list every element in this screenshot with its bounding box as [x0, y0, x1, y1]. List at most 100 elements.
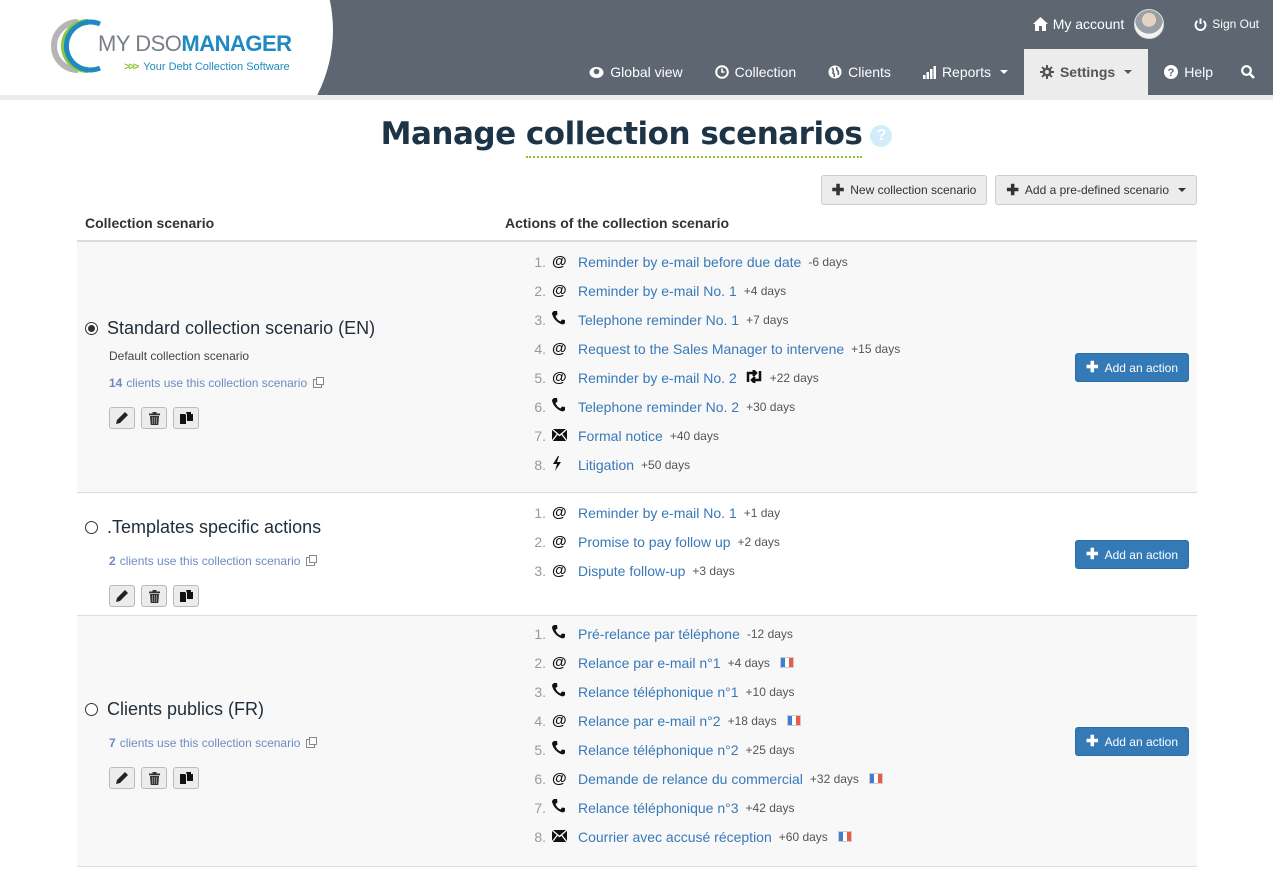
action-item: 3. Telephone reminder No. 1 +7 days: [505, 305, 1197, 334]
scenario-heading[interactable]: Standard collection scenario (EN): [85, 318, 375, 339]
clients-using-link[interactable]: 7 clients use this collection scenario: [109, 736, 318, 750]
duplicate-scenario-button[interactable]: [173, 767, 199, 789]
action-delay: +42 days: [745, 800, 795, 815]
action-delay: +10 days: [745, 684, 795, 699]
edit-scenario-button[interactable]: [109, 767, 135, 789]
add-action-button[interactable]: ✚ Add an action: [1075, 727, 1189, 756]
flag-fr-icon: [786, 715, 801, 726]
delete-scenario-button[interactable]: [141, 407, 167, 429]
action-link[interactable]: Relance téléphonique n°2: [578, 742, 739, 758]
add-predefined-label: Add a pre-defined scenario: [1024, 183, 1169, 197]
clients-using-link[interactable]: 2 clients use this collection scenario: [109, 554, 321, 568]
avatar[interactable]: [1134, 9, 1165, 39]
duplicate-scenario-button[interactable]: [173, 585, 199, 607]
action-link[interactable]: Promise to pay follow up: [578, 534, 731, 550]
actions-cell: 1. @ Reminder by e-mail No. 1 +1 day 2. @ Prom…: [505, 493, 1197, 615]
edit-scenario-button[interactable]: [109, 585, 135, 607]
pencil-icon: [116, 412, 128, 424]
action-link[interactable]: Relance téléphonique n°3: [578, 800, 739, 816]
add-action-button[interactable]: ✚ Add an action: [1075, 540, 1189, 569]
action-item: 7. Relance téléphonique n°3 +42 days: [505, 793, 1197, 822]
default-scenario-radio[interactable]: [85, 703, 98, 716]
action-link[interactable]: Pré-relance par téléphone: [578, 626, 740, 642]
title-prefix: Manage: [380, 116, 526, 152]
my-account-link[interactable]: My account: [1032, 16, 1125, 32]
nav-collection[interactable]: Collection: [699, 49, 812, 95]
globe-icon: [828, 65, 842, 79]
action-link[interactable]: Dispute follow-up: [578, 563, 685, 579]
phone-icon: [552, 683, 578, 700]
action-delay: +18 days: [727, 713, 777, 728]
delete-scenario-button[interactable]: [141, 585, 167, 607]
action-link[interactable]: Telephone reminder No. 1: [578, 312, 739, 328]
scenario-tools: [109, 767, 315, 789]
add-predefined-scenario-button[interactable]: ✚ Add a pre-defined scenario: [995, 175, 1197, 205]
email-icon: @: [552, 340, 567, 357]
action-item: 8. Litigation +50 days: [505, 450, 1197, 479]
action-link[interactable]: Relance par e-mail n°1: [578, 655, 721, 671]
edit-scenario-button[interactable]: [109, 407, 135, 429]
email-icon: @: [552, 533, 567, 550]
title-underlined: collection scenarios: [525, 116, 863, 158]
external-link-icon: [306, 736, 318, 748]
action-link[interactable]: Reminder by e-mail before due date: [578, 254, 801, 270]
action-link[interactable]: Reminder by e-mail No. 1: [578, 505, 737, 521]
my-account-label: My account: [1052, 16, 1125, 32]
search-button[interactable]: [1229, 49, 1273, 95]
default-scenario-radio[interactable]: [85, 521, 98, 534]
action-delay: +15 days: [851, 341, 901, 356]
action-delay: -6 days: [808, 254, 848, 269]
column-header-scenario: Collection scenario: [85, 214, 215, 231]
nav-clients[interactable]: Clients: [812, 49, 907, 95]
action-item: 6. Telephone reminder No. 2 +30 days: [505, 392, 1197, 421]
pencil-icon: [116, 590, 128, 602]
plus-icon: ✚: [1086, 359, 1099, 376]
action-item: 1. @ Reminder by e-mail No. 1 +1 day: [505, 498, 1197, 527]
action-number: 2.: [534, 282, 546, 299]
delete-scenario-button[interactable]: [141, 767, 167, 789]
action-delay: +7 days: [746, 312, 789, 327]
scenario-heading[interactable]: Clients publics (FR): [85, 699, 315, 720]
action-number: 5.: [534, 741, 546, 758]
scenario-heading[interactable]: .Templates specific actions: [85, 517, 321, 538]
add-action-label: Add an action: [1104, 360, 1178, 375]
clients-text: clients use this collection scenario: [119, 554, 301, 568]
new-scenario-button[interactable]: ✚ New collection scenario: [820, 175, 988, 205]
action-link[interactable]: Request to the Sales Manager to interven…: [578, 341, 844, 357]
phone-icon: [552, 741, 578, 758]
flag-fr-icon: [868, 773, 883, 784]
nav-settings[interactable]: Settings: [1023, 49, 1149, 95]
action-link[interactable]: Formal notice: [578, 428, 663, 444]
clients-text: clients use this collection scenario: [126, 376, 308, 390]
actions-cell: 1. Pré-relance par téléphone -12 days 2. @ Re…: [505, 616, 1197, 866]
nav-help[interactable]: ? Help: [1148, 49, 1229, 95]
copy-icon: [179, 772, 193, 784]
nav-label: Help: [1184, 64, 1213, 80]
scenario-row: Clients publics (FR) 7 clients use this co…: [77, 616, 1197, 867]
action-link[interactable]: Litigation: [578, 457, 634, 473]
envelope-icon: [551, 428, 578, 444]
help-icon[interactable]: ?: [870, 125, 893, 147]
default-scenario-radio[interactable]: [85, 322, 98, 335]
action-link[interactable]: Relance téléphonique n°1: [578, 684, 739, 700]
phone-icon: [552, 625, 578, 642]
scenario-name: .Templates specific actions: [107, 517, 322, 537]
action-link[interactable]: Courrier avec accusé réception: [578, 829, 772, 845]
sign-out-link[interactable]: Sign Out: [1194, 17, 1259, 31]
nav-reports[interactable]: Reports: [907, 49, 1024, 95]
nav-global-view[interactable]: Global view: [573, 49, 698, 95]
action-link[interactable]: Relance par e-mail n°2: [578, 713, 721, 729]
scenario-cell: Standard collection scenario (EN) Default…: [77, 242, 505, 492]
action-link[interactable]: Reminder by e-mail No. 2: [578, 370, 737, 386]
action-link[interactable]: Telephone reminder No. 2: [578, 399, 739, 415]
new-scenario-label: New collection scenario: [850, 183, 977, 197]
clients-count: 14: [109, 376, 123, 390]
action-link[interactable]: Demande de relance du commercial: [578, 771, 803, 787]
clients-using-link[interactable]: 14 clients use this collection scenario: [109, 376, 375, 390]
action-link[interactable]: Reminder by e-mail No. 1: [578, 283, 737, 299]
add-action-button[interactable]: ✚ Add an action: [1075, 353, 1189, 382]
duplicate-scenario-button[interactable]: [173, 407, 199, 429]
action-number: 1.: [534, 504, 546, 521]
plus-icon: ✚: [1086, 546, 1099, 563]
logo-wordmark[interactable]: MY DSOMANAGER: [98, 33, 292, 55]
